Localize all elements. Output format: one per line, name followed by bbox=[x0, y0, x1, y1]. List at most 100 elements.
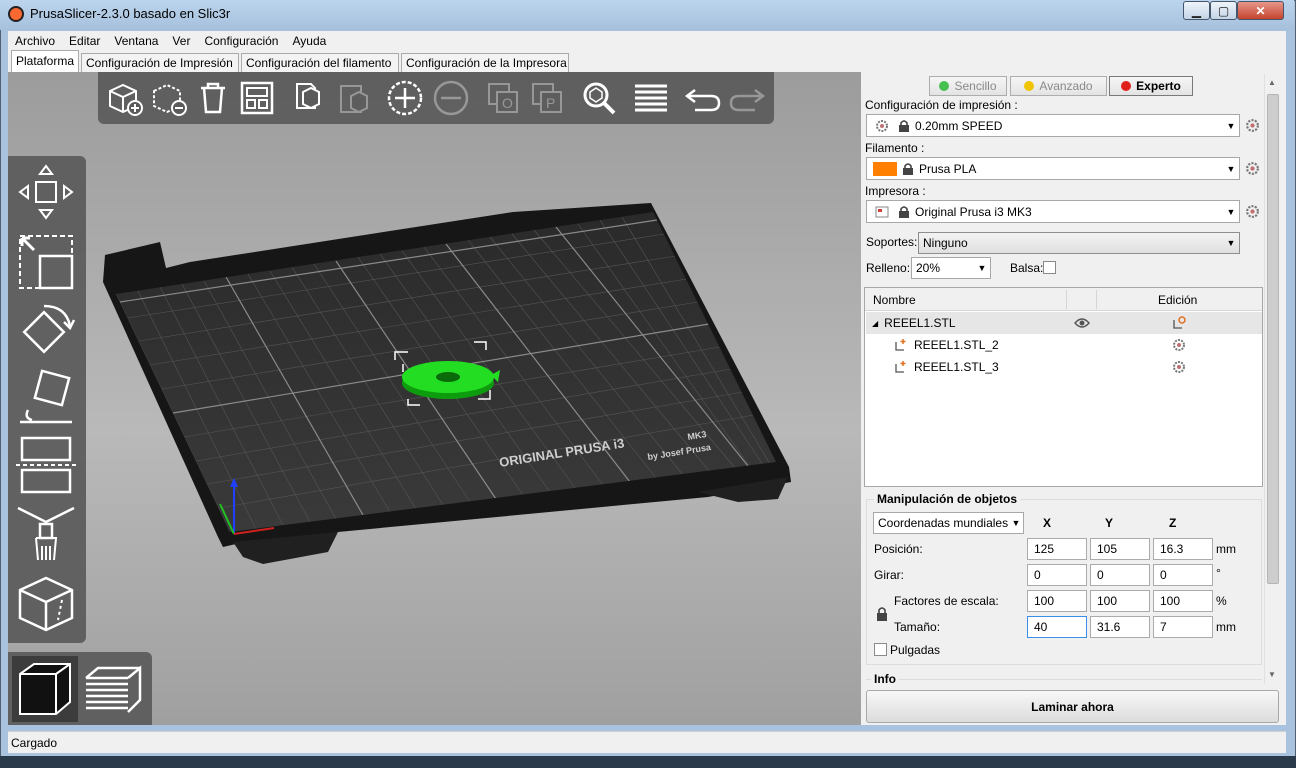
mode-expert-button[interactable]: Experto bbox=[1109, 76, 1193, 96]
mode-advanced-button[interactable]: Avanzado bbox=[1010, 76, 1107, 96]
add-instance-button[interactable] bbox=[384, 78, 426, 118]
seam-paint-button[interactable] bbox=[14, 572, 78, 636]
position-y-field[interactable]: 105 bbox=[1090, 538, 1150, 560]
delete-all-button[interactable] bbox=[192, 78, 234, 118]
mode-simple-label: Sencillo bbox=[954, 79, 997, 93]
scale-icon bbox=[19, 235, 74, 290]
rotation-y-field[interactable]: 0 bbox=[1090, 564, 1150, 586]
place-on-face-icon bbox=[20, 369, 72, 424]
delete-button[interactable] bbox=[148, 78, 190, 118]
left-toolbar bbox=[8, 156, 86, 643]
tab-plataforma[interactable]: Plataforma bbox=[11, 50, 79, 72]
paste-button[interactable] bbox=[332, 78, 374, 118]
tab-printer-settings[interactable]: Configuración de la Impresora bbox=[401, 53, 569, 72]
delete-object-icon bbox=[153, 83, 187, 116]
split-objects-button[interactable]: O bbox=[482, 78, 524, 118]
scale-y-field[interactable]: 100 bbox=[1090, 590, 1150, 612]
collapse-triangle-icon[interactable]: ◢ bbox=[872, 319, 878, 328]
rotate-tool-button[interactable] bbox=[14, 298, 78, 362]
printer-combo[interactable]: Original Prusa i3 MK3 ▼ bbox=[866, 200, 1240, 223]
position-z-field[interactable]: 16.3 bbox=[1153, 538, 1213, 560]
object-list-header: Nombre Edición bbox=[865, 288, 1262, 311]
size-y-field[interactable]: 31.6 bbox=[1090, 616, 1150, 638]
filament-color-swatch[interactable] bbox=[873, 161, 897, 176]
rotation-z-field[interactable]: 0 bbox=[1153, 564, 1213, 586]
arrange-button[interactable] bbox=[236, 78, 278, 118]
settings-gear-icon[interactable] bbox=[1172, 360, 1186, 374]
eye-icon[interactable] bbox=[1074, 317, 1090, 329]
move-tool-button[interactable] bbox=[14, 160, 78, 224]
title-bar: PrusaSlicer-2.3.0 basado en Slic3r ▁ ▢ ✕ bbox=[0, 0, 1294, 30]
add-button[interactable] bbox=[104, 78, 146, 118]
scale-tool-button[interactable] bbox=[14, 230, 78, 294]
info-title: Info bbox=[871, 672, 899, 686]
inches-checkbox[interactable] bbox=[874, 643, 887, 656]
preview-toggle[interactable] bbox=[80, 656, 146, 722]
add-instance-icon bbox=[387, 80, 423, 116]
scroll-down-icon[interactable]: ▼ bbox=[1268, 670, 1276, 679]
slice-now-button[interactable]: Laminar ahora bbox=[866, 690, 1279, 723]
object-settings-icon[interactable] bbox=[1172, 316, 1186, 330]
close-button[interactable]: ✕ bbox=[1237, 1, 1284, 20]
view-switch bbox=[8, 652, 152, 725]
layers-preview-icon bbox=[85, 665, 142, 713]
tab-filament-settings[interactable]: Configuración del filamento bbox=[241, 53, 399, 72]
list-item-object[interactable]: ◢ REEEL1.STL bbox=[866, 312, 1262, 334]
infill-combo[interactable]: 20% ▼ bbox=[911, 257, 991, 279]
supports-select[interactable]: Ninguno ▼ bbox=[918, 232, 1240, 254]
3d-view-toggle[interactable] bbox=[12, 656, 78, 722]
split-parts-button[interactable]: P bbox=[526, 78, 568, 118]
print-settings-combo[interactable]: 0.20mm SPEED ▼ bbox=[866, 114, 1240, 137]
search-icon bbox=[583, 82, 616, 115]
print-settings-label: Configuración de impresión : bbox=[865, 98, 1018, 112]
menu-configuracion[interactable]: Configuración bbox=[197, 34, 285, 48]
column-name-header[interactable]: Nombre bbox=[873, 293, 916, 307]
menu-archivo[interactable]: Archivo bbox=[8, 34, 62, 48]
settings-gear-icon[interactable] bbox=[1172, 338, 1186, 352]
undo-button[interactable] bbox=[682, 78, 724, 118]
layers-editing-button[interactable] bbox=[630, 78, 672, 118]
copy-button[interactable] bbox=[288, 78, 330, 118]
menu-ayuda[interactable]: Ayuda bbox=[285, 34, 333, 48]
rotation-x-field[interactable]: 0 bbox=[1027, 564, 1087, 586]
mode-simple-button[interactable]: Sencillo bbox=[929, 76, 1007, 96]
scale-z-field[interactable]: 100 bbox=[1153, 590, 1213, 612]
tab-print-settings[interactable]: Configuración de Impresión bbox=[81, 53, 239, 72]
remove-instance-button[interactable] bbox=[430, 78, 472, 118]
scrollbar-thumb[interactable] bbox=[1267, 94, 1279, 584]
redo-button[interactable] bbox=[726, 78, 768, 118]
coordinates-select[interactable]: Coordenadas mundiales ▼ bbox=[873, 512, 1024, 534]
brim-checkbox[interactable] bbox=[1043, 261, 1056, 274]
scroll-up-icon[interactable]: ▲ bbox=[1268, 78, 1276, 87]
cut-icon bbox=[16, 436, 76, 494]
support-paint-button[interactable] bbox=[14, 502, 78, 566]
minimize-button[interactable]: ▁ bbox=[1183, 1, 1210, 20]
scale-lock-icon[interactable] bbox=[875, 606, 889, 622]
maximize-button[interactable]: ▢ bbox=[1210, 1, 1237, 20]
column-edit-header[interactable]: Edición bbox=[1158, 293, 1197, 307]
print-settings-edit-icon[interactable] bbox=[1245, 118, 1260, 133]
printer-edit-icon[interactable] bbox=[1245, 204, 1260, 219]
printer-icon bbox=[875, 206, 889, 217]
scale-x-field[interactable]: 100 bbox=[1027, 590, 1087, 612]
rotation-unit: ° bbox=[1216, 566, 1221, 580]
place-on-face-button[interactable] bbox=[14, 366, 78, 430]
search-button[interactable] bbox=[578, 78, 620, 118]
supports-label: Soportes: bbox=[866, 235, 918, 249]
paste-icon bbox=[340, 85, 368, 114]
filament-edit-icon[interactable] bbox=[1245, 161, 1260, 176]
menu-ventana[interactable]: Ventana bbox=[107, 34, 165, 48]
menu-ver[interactable]: Ver bbox=[165, 34, 197, 48]
split-objects-icon: O bbox=[488, 83, 518, 113]
3d-view-canvas[interactable]: ORIGINAL PRUSA i3 MK3 by Josef Prusa O P bbox=[8, 72, 861, 725]
size-x-field[interactable]: 40 bbox=[1027, 616, 1087, 638]
list-item-part[interactable]: REEEL1.STL_2 bbox=[866, 334, 1262, 356]
list-item-part[interactable]: REEEL1.STL_3 bbox=[866, 356, 1262, 378]
sidebar-scrollbar[interactable]: ▲ ▼ bbox=[1264, 74, 1281, 684]
filament-combo[interactable]: Prusa PLA ▼ bbox=[866, 157, 1240, 180]
cut-tool-button[interactable] bbox=[14, 432, 78, 496]
menu-editar[interactable]: Editar bbox=[62, 34, 107, 48]
size-z-field[interactable]: 7 bbox=[1153, 616, 1213, 638]
object-list: Nombre Edición ◢ REEEL1.STL REEEL1.STL_2… bbox=[864, 287, 1263, 487]
position-x-field[interactable]: 125 bbox=[1027, 538, 1087, 560]
